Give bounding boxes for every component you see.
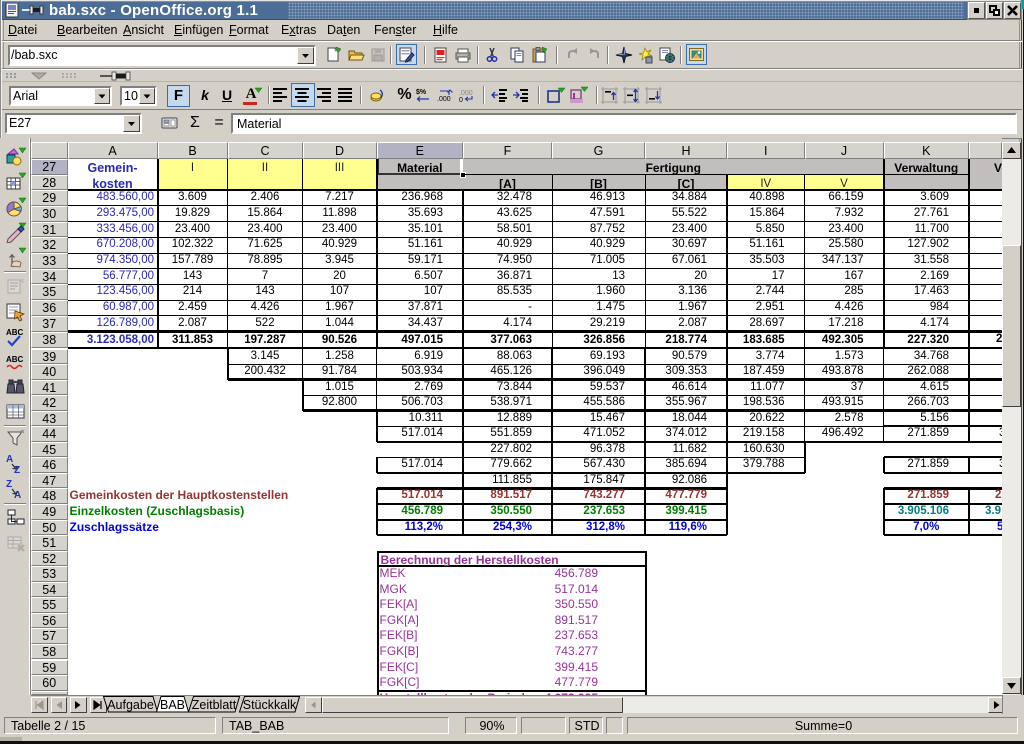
svg-text:0: 0: [459, 97, 463, 103]
svg-text:ABC: ABC: [6, 355, 24, 364]
svg-text:.000: .000: [459, 90, 473, 97]
svg-text:A: A: [6, 454, 13, 465]
svg-text:Z: Z: [6, 479, 12, 490]
svg-text:$%: $%: [416, 89, 427, 96]
svg-text:ABC: ABC: [6, 328, 24, 337]
svg-text:.000: .000: [437, 96, 451, 103]
